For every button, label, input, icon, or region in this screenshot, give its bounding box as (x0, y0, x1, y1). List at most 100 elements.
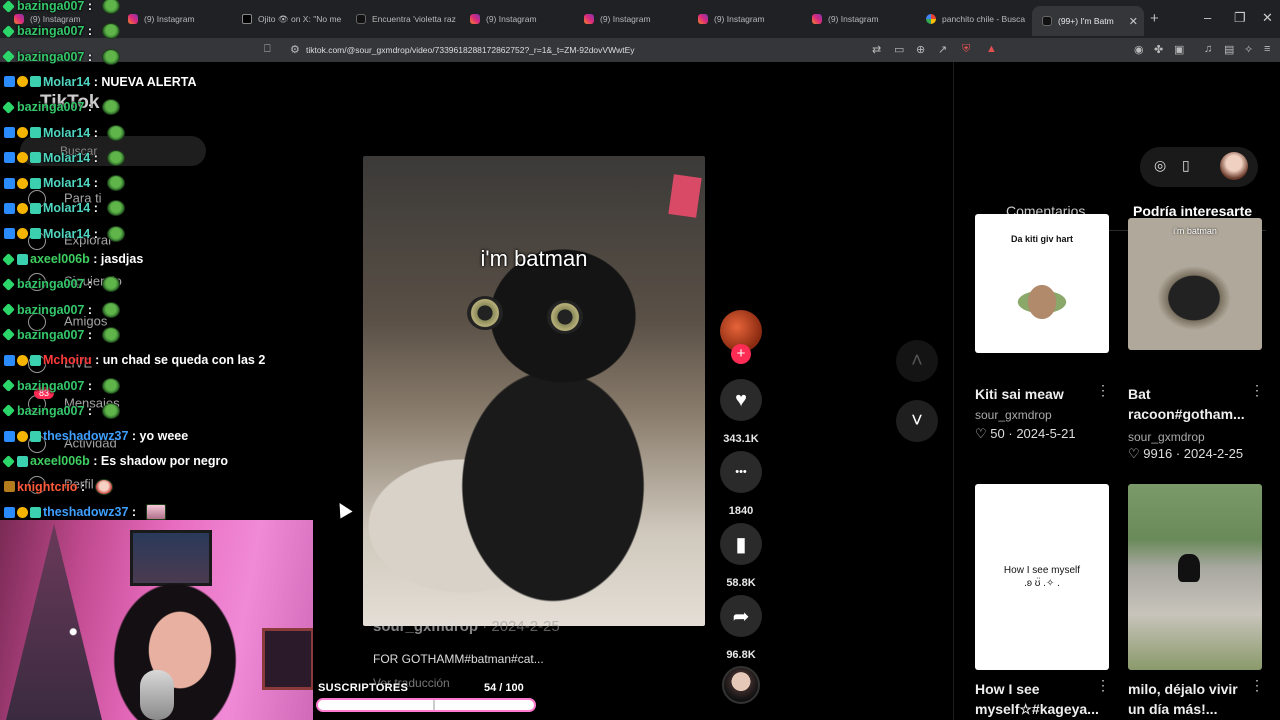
more-options-icon[interactable]: ⋮ (1096, 382, 1110, 399)
comment-icon[interactable]: ••• (720, 451, 762, 493)
card-thumbnail[interactable] (1128, 484, 1262, 670)
tab-label: Ojito 👁 on X: "No me (258, 13, 342, 24)
video-author-name[interactable]: sour_gxmdrop (373, 618, 478, 635)
streamer-webcam (0, 520, 313, 720)
browser-tab[interactable]: panchito chile - Busca (916, 8, 1026, 30)
subs-goal-bar (316, 698, 536, 712)
sidebar-item[interactable]: Para ti (28, 190, 102, 208)
site-settings-icon[interactable]: ⚙ (290, 43, 300, 56)
reading-list-icon[interactable]: ▣ (1174, 43, 1184, 56)
search-input[interactable]: Buscar (20, 136, 206, 166)
card-title[interactable]: milo, déjalo vivir un día más!... (1128, 679, 1252, 719)
browser-tab-bar: (9) Instagram (9) Instagram Ojito 👁 on X: … (0, 0, 1280, 38)
video-author[interactable]: sour_gxmdrop · 2024-2-25 (373, 618, 560, 635)
video-caption-overlay: i'm batman (480, 246, 588, 271)
card-author[interactable]: sour_gxmdrop (1128, 430, 1205, 444)
browser-tab[interactable]: (9) Instagram (802, 8, 912, 30)
share-action[interactable]: ➦ 96.8K (720, 595, 762, 661)
more-options-icon[interactable]: ⋮ (1250, 382, 1264, 399)
sidebar-item[interactable]: Explorar (28, 232, 112, 250)
browser-tab[interactable]: (99+) I'm Batm ✕ (1032, 6, 1144, 36)
tab-close-icon[interactable]: ✕ (1129, 15, 1138, 28)
bookmark-star-icon[interactable]: ⎕ (264, 43, 271, 56)
maximize-button[interactable]: ❐ (1234, 10, 1246, 26)
extensions-icon[interactable]: ✤ (1154, 43, 1163, 56)
card-title[interactable]: Kiti sai meaw (975, 384, 1099, 404)
video-player[interactable]: i'm batman (363, 156, 705, 626)
card-title[interactable]: Bat racoon#gotham... (1128, 384, 1252, 424)
cat-with-wings-image (1007, 276, 1077, 328)
ai-icon[interactable]: ✧ (1244, 43, 1253, 56)
browser-tab[interactable]: Encuentra 'violetta raz (346, 8, 456, 30)
minimize-button[interactable]: – (1204, 10, 1211, 25)
shield-icon[interactable]: ⛨ (962, 43, 970, 56)
cat-eye-left (467, 296, 503, 330)
new-tab-button[interactable]: + (1150, 10, 1159, 27)
card-title[interactable]: How I see myself☆#kageya... (975, 679, 1099, 719)
prev-video-button[interactable]: ˄ (896, 340, 938, 382)
tab-podria-interesarte[interactable]: Podría interesarte (1133, 203, 1252, 219)
share-icon[interactable]: ➦ (720, 595, 762, 637)
sidebar-item-icon (28, 476, 46, 494)
zoom-icon[interactable]: ⊕ (916, 43, 925, 56)
card-author[interactable]: sour_gxmdrop (975, 408, 1052, 422)
url-input[interactable]: tiktok.com/@sour_gxmdrop/video/733961828… (306, 42, 866, 58)
sidebar-item-icon (28, 232, 46, 250)
card-thumbnail[interactable]: i'm batman (1128, 218, 1262, 350)
action-count: 96.8K (726, 649, 756, 661)
browser-tab[interactable]: (9) Instagram (688, 8, 798, 30)
next-video-button[interactable]: ˅ (896, 400, 938, 442)
bookmark-action[interactable]: ▮ 58.8K (720, 523, 762, 589)
heart-icon[interactable]: ♥ (720, 379, 762, 421)
follow-button[interactable]: + (731, 344, 751, 364)
sidebar-item[interactable]: Amigos (28, 313, 107, 331)
card-thumbnail[interactable]: Da kiti giv hart (975, 214, 1109, 353)
music-disc[interactable] (722, 666, 760, 704)
sidebar-item-icon (28, 435, 46, 453)
more-options-icon[interactable]: ⋮ (1096, 677, 1110, 694)
sidebar-item[interactable]: Perfil (28, 476, 94, 494)
browser-tab[interactable]: Ojito 👁 on X: "No me (232, 8, 342, 30)
phone-icon[interactable]: ▯ (1182, 157, 1190, 174)
tab-favicon-icon (698, 14, 708, 24)
close-window-button[interactable]: ✕ (1262, 10, 1273, 26)
browser-tab[interactable]: (9) Instagram (460, 8, 570, 30)
wall-painting (130, 530, 212, 586)
card-date: 2024-5-21 (1016, 426, 1076, 441)
christmas-tree (6, 524, 102, 720)
more-options-icon[interactable]: ⋮ (1250, 677, 1264, 694)
sidebar-item-icon (28, 190, 46, 208)
sidebar-item[interactable]: Actividad (28, 435, 117, 453)
sidebar-item-icon (28, 313, 46, 331)
video-description[interactable]: FOR GOTHAMM#batman#cat... (373, 652, 544, 666)
heart-action[interactable]: ♥ 343.1K (720, 379, 762, 445)
sidebar-item[interactable]: Siguiendo (28, 273, 122, 291)
user-avatar[interactable] (1220, 152, 1248, 180)
tab-label: (9) Instagram (30, 14, 81, 24)
bookmark-icon[interactable]: ▮ (720, 523, 762, 565)
compass-icon[interactable]: ◎ (1154, 157, 1166, 174)
alert-icon[interactable]: ▲ (986, 43, 997, 55)
browser-tab[interactable]: (9) Instagram (574, 8, 684, 30)
tiktok-logo[interactable]: TikTok (40, 92, 99, 114)
sidebar-item-label: Mensajes (64, 395, 120, 411)
share-page-icon[interactable]: ↗ (938, 43, 947, 56)
sidebar-icon[interactable]: ▤ (1224, 43, 1234, 56)
comment-action[interactable]: ••• 1840 (720, 451, 762, 517)
card-likes: 50 (990, 426, 1005, 441)
browser-tab[interactable]: (9) Instagram (4, 8, 114, 30)
action-count: 343.1K (723, 433, 759, 445)
browser-tab[interactable]: (9) Instagram (118, 8, 228, 30)
cast-icon[interactable]: ▭ (894, 43, 904, 56)
tab-label: (99+) I'm Batm (1058, 16, 1114, 26)
video-date: 2024-2-25 (491, 618, 560, 635)
translate-icon[interactable]: ⇄ (872, 43, 881, 56)
media-icon[interactable]: ♫ (1204, 43, 1212, 55)
sidebar-item[interactable]: LIVE (28, 355, 92, 373)
tab-favicon-icon (926, 14, 936, 24)
card-thumbnail[interactable]: How I see myself .ʚ ʊ̈ .✧ . (975, 484, 1109, 670)
menu-icon[interactable]: ≡ (1264, 43, 1270, 55)
tab-label: (9) Instagram (600, 14, 651, 24)
extension-cookie-icon[interactable]: ◉ (1134, 43, 1144, 56)
card-thumb-text: i'm batman (1173, 226, 1217, 236)
